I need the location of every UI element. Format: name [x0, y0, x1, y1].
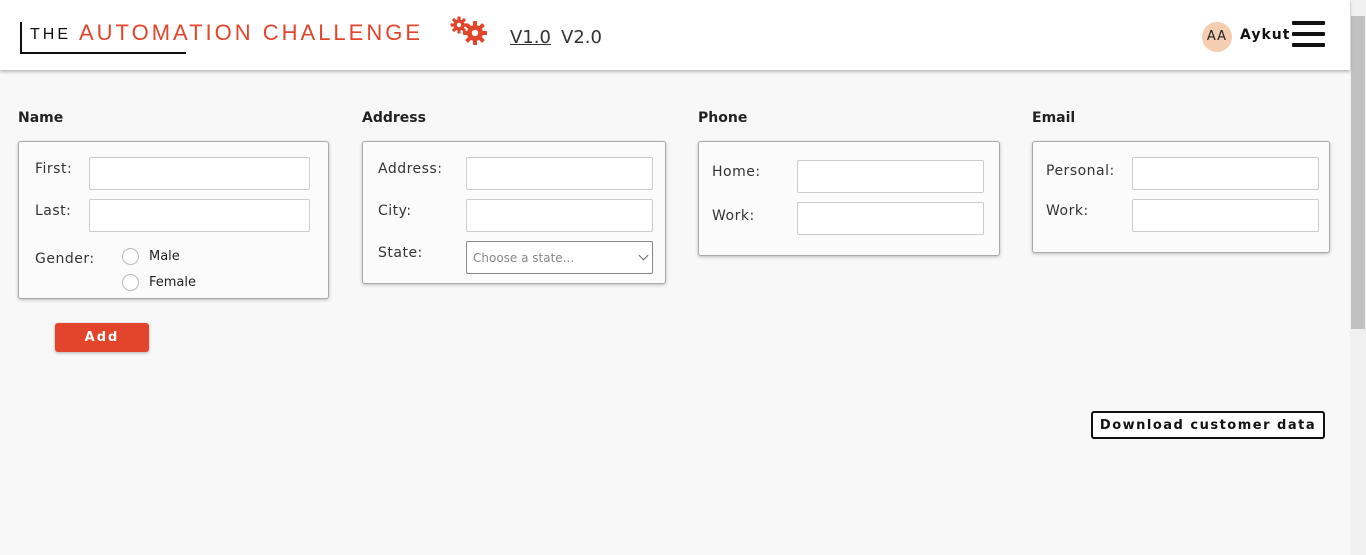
work-email-input[interactable] — [1132, 199, 1319, 232]
city-label: City: — [378, 203, 412, 219]
scrollbar-thumb[interactable] — [1351, 16, 1365, 329]
section-title-name: Name — [18, 110, 64, 126]
gender-male-radio[interactable] — [122, 248, 139, 265]
city-input[interactable] — [466, 199, 653, 232]
gears-icon — [450, 16, 487, 45]
logo-prefix: THE — [30, 26, 71, 43]
last-name-label: Last: — [35, 203, 72, 219]
hamburger-icon[interactable] — [1292, 21, 1325, 49]
personal-email-label: Personal: — [1046, 163, 1115, 179]
address-label: Address: — [378, 161, 443, 177]
logo-title: AUTOMATION CHALLENGE — [79, 20, 424, 45]
state-select-placeholder: Choose a state... — [473, 251, 575, 265]
address-input[interactable] — [466, 157, 653, 190]
gender-female-radio[interactable] — [122, 274, 139, 291]
work-phone-input[interactable] — [797, 202, 984, 235]
version-2-link[interactable]: V2.0 — [561, 27, 602, 48]
chevron-down-icon — [638, 250, 649, 261]
header: THE AUTOMATION CHALLENGE V1.0 V2.0 AA Ay… — [0, 0, 1350, 70]
state-label: State: — [378, 245, 423, 261]
gender-label: Gender: — [35, 251, 95, 267]
version-1-link[interactable]: V1.0 — [510, 27, 551, 48]
first-name-label: First: — [35, 161, 73, 177]
state-select[interactable]: Choose a state... — [466, 241, 653, 274]
home-phone-label: Home: — [712, 164, 761, 180]
name-box: First: Last: Gender: Male Female — [18, 141, 329, 299]
home-phone-input[interactable] — [797, 160, 984, 193]
work-phone-label: Work: — [712, 208, 755, 224]
address-box: Address: City: State: Choose a state... — [362, 141, 666, 284]
personal-email-input[interactable] — [1132, 157, 1319, 190]
user-name[interactable]: Aykut — [1240, 27, 1290, 43]
first-name-input[interactable] — [89, 157, 310, 190]
logo[interactable]: THE AUTOMATION CHALLENGE — [20, 20, 420, 54]
section-title-phone: Phone — [698, 110, 748, 126]
gender-male-label[interactable]: Male — [149, 249, 180, 264]
section-title-email: Email — [1032, 110, 1076, 126]
avatar[interactable]: AA — [1202, 22, 1232, 52]
gender-female-label[interactable]: Female — [149, 275, 196, 290]
download-customer-data-button[interactable]: Download customer data — [1091, 411, 1325, 439]
email-box: Personal: Work: — [1032, 141, 1330, 253]
section-title-address: Address — [362, 110, 426, 126]
last-name-input[interactable] — [89, 199, 310, 232]
add-button[interactable]: Add — [55, 323, 149, 352]
work-email-label: Work: — [1046, 203, 1089, 219]
phone-box: Home: Work: — [698, 141, 1000, 256]
